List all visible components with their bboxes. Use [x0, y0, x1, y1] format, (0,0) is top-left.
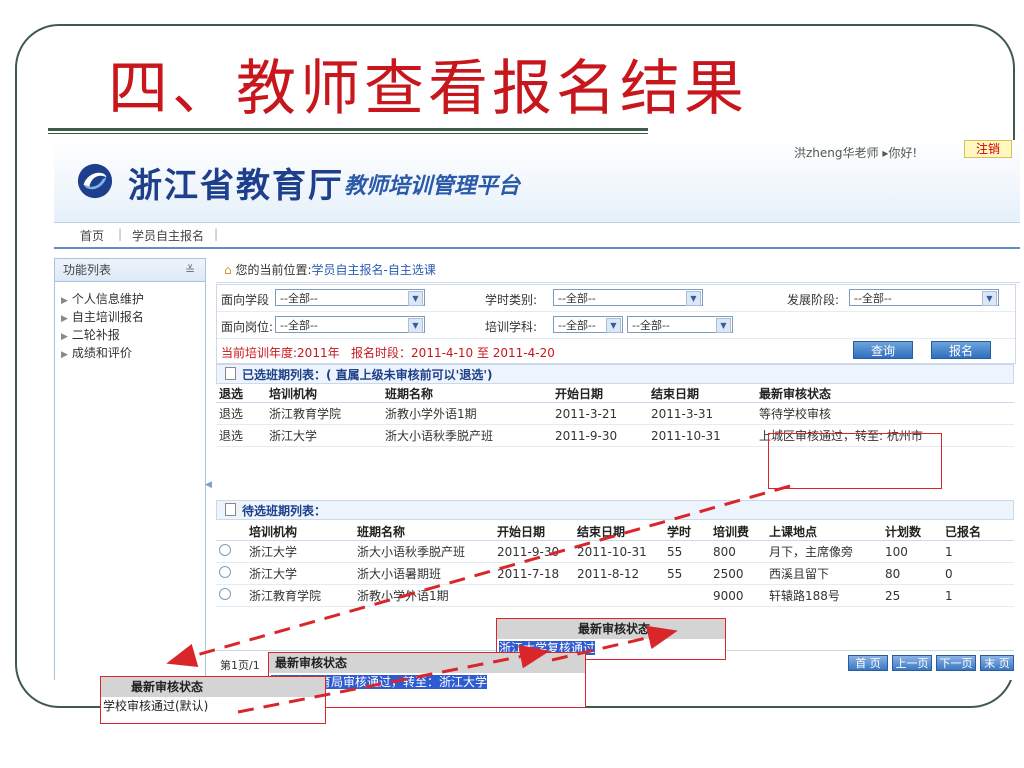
arrow-city-to-univ [551, 625, 678, 662]
arrow-school-to-city [237, 644, 550, 714]
flow-arrows [166, 484, 791, 714]
arrow-status-to-school [166, 484, 791, 667]
